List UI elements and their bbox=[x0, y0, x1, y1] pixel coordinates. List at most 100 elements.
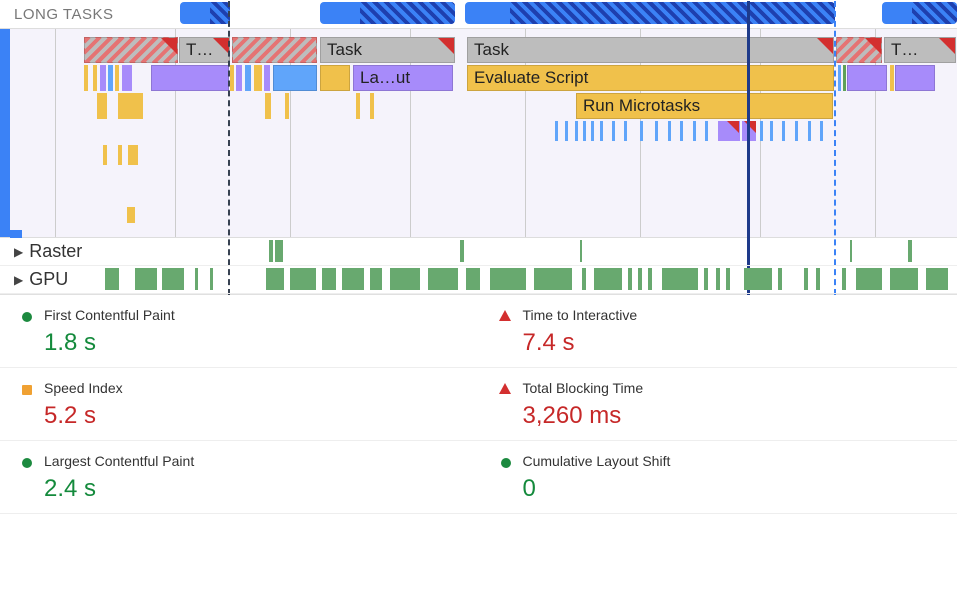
tiny-bar[interactable] bbox=[84, 65, 88, 91]
raster-bar[interactable] bbox=[269, 240, 273, 262]
tiny-bar[interactable] bbox=[890, 65, 894, 91]
long-task-bar[interactable] bbox=[465, 2, 835, 24]
task-hatch-bar[interactable] bbox=[232, 37, 317, 63]
tiny-bar[interactable] bbox=[236, 65, 242, 91]
gpu-bar[interactable] bbox=[704, 268, 708, 290]
task-bar[interactable]: T… bbox=[179, 37, 230, 63]
gpu-bar[interactable] bbox=[816, 268, 820, 290]
tiny-bar[interactable] bbox=[122, 65, 132, 91]
gpu-bar[interactable] bbox=[105, 268, 119, 290]
raster-bar[interactable] bbox=[275, 240, 283, 262]
tiny-bar[interactable] bbox=[118, 93, 143, 119]
raster-bar[interactable] bbox=[580, 240, 582, 262]
tiny-bar[interactable] bbox=[583, 121, 586, 141]
metric-card[interactable]: Cumulative Layout Shift0 bbox=[479, 441, 957, 514]
tiny-bar[interactable] bbox=[705, 121, 708, 141]
gpu-bar[interactable] bbox=[290, 268, 316, 290]
tiny-bar[interactable] bbox=[770, 121, 773, 141]
task-hatch-bar[interactable] bbox=[84, 37, 178, 63]
tiny-bar[interactable] bbox=[555, 121, 558, 141]
raster-bar[interactable] bbox=[908, 240, 912, 262]
tiny-bar[interactable] bbox=[128, 145, 138, 165]
gpu-bar[interactable] bbox=[926, 268, 948, 290]
gpu-bar[interactable] bbox=[856, 268, 882, 290]
gpu-bar[interactable] bbox=[890, 268, 918, 290]
gpu-bar[interactable] bbox=[390, 268, 420, 290]
tiny-bar[interactable] bbox=[668, 121, 671, 141]
tiny-bar[interactable] bbox=[100, 93, 106, 119]
gpu-bar[interactable] bbox=[210, 268, 213, 290]
tiny-bar[interactable] bbox=[245, 65, 251, 91]
gpu-bar[interactable] bbox=[716, 268, 720, 290]
tiny-bar[interactable] bbox=[624, 121, 627, 141]
tiny-bar[interactable] bbox=[838, 65, 841, 91]
gpu-bar[interactable] bbox=[804, 268, 808, 290]
gpu-bar[interactable] bbox=[594, 268, 622, 290]
purple-bar[interactable] bbox=[895, 65, 935, 91]
tiny-bar[interactable] bbox=[843, 65, 846, 91]
tiny-bar[interactable] bbox=[127, 207, 135, 223]
tiny-bar[interactable] bbox=[600, 121, 603, 141]
gpu-bar[interactable] bbox=[135, 268, 157, 290]
tiny-bar[interactable] bbox=[591, 121, 594, 141]
gpu-bar[interactable] bbox=[662, 268, 698, 290]
metric-card[interactable]: First Contentful Paint1.8 s bbox=[0, 295, 479, 368]
tiny-bar[interactable] bbox=[285, 93, 289, 119]
tiny-bar[interactable] bbox=[264, 65, 270, 91]
gpu-bar[interactable] bbox=[466, 268, 480, 290]
gpu-bar[interactable] bbox=[490, 268, 526, 290]
tiny-bar[interactable] bbox=[565, 121, 568, 141]
gpu-thread-row[interactable]: ▶ GPU bbox=[0, 266, 957, 294]
long-task-bar[interactable] bbox=[320, 2, 455, 24]
gpu-bar[interactable] bbox=[162, 268, 184, 290]
tiny-bar[interactable] bbox=[93, 65, 97, 91]
gpu-bar[interactable] bbox=[428, 268, 458, 290]
tiny-bar[interactable] bbox=[693, 121, 696, 141]
tiny-bar[interactable] bbox=[820, 121, 823, 141]
long-task-bar[interactable] bbox=[882, 2, 957, 24]
gpu-bar[interactable] bbox=[778, 268, 782, 290]
gpu-bar[interactable] bbox=[370, 268, 382, 290]
purple-bar[interactable]: La…ut bbox=[353, 65, 453, 91]
tiny-bar[interactable] bbox=[655, 121, 658, 141]
tiny-bar[interactable] bbox=[680, 121, 683, 141]
gpu-bar[interactable] bbox=[342, 268, 364, 290]
task-bar[interactable]: T… bbox=[884, 37, 956, 63]
tiny-bar[interactable] bbox=[782, 121, 785, 141]
gpu-bar[interactable] bbox=[582, 268, 586, 290]
task-bar[interactable]: Task bbox=[467, 37, 834, 63]
tiny-bar[interactable] bbox=[640, 121, 643, 141]
tiny-bar[interactable] bbox=[370, 93, 374, 119]
purple-bar[interactable] bbox=[151, 65, 229, 91]
tiny-bar[interactable] bbox=[265, 93, 271, 119]
metric-card[interactable]: Speed Index5.2 s bbox=[0, 368, 479, 441]
gpu-bar[interactable] bbox=[195, 268, 198, 290]
tiny-bar[interactable] bbox=[230, 65, 234, 91]
metric-card[interactable]: Time to Interactive7.4 s bbox=[479, 295, 957, 368]
gpu-bar[interactable] bbox=[628, 268, 632, 290]
flame-chart[interactable]: T…TaskTaskT… La…utEvaluate Script Run Mi… bbox=[0, 28, 957, 238]
tiny-bar[interactable] bbox=[808, 121, 811, 141]
tiny-bar[interactable] bbox=[795, 121, 798, 141]
tiny-bar[interactable] bbox=[575, 121, 578, 141]
tiny-bar[interactable] bbox=[612, 121, 615, 141]
yellow-bar[interactable]: Run Microtasks bbox=[576, 93, 833, 119]
metric-card[interactable]: Total Blocking Time3,260 ms bbox=[479, 368, 957, 441]
tiny-bar[interactable] bbox=[254, 65, 262, 91]
raster-bar[interactable] bbox=[850, 240, 852, 262]
raster-thread-row[interactable]: ▶ Raster bbox=[0, 238, 957, 266]
tiny-bar[interactable] bbox=[100, 65, 106, 91]
raster-bar[interactable] bbox=[460, 240, 464, 262]
yellow-bar[interactable]: Evaluate Script bbox=[467, 65, 834, 91]
tiny-bar[interactable] bbox=[108, 65, 113, 91]
gpu-bar[interactable] bbox=[266, 268, 284, 290]
gpu-bar[interactable] bbox=[744, 268, 772, 290]
gpu-bar[interactable] bbox=[648, 268, 652, 290]
yellow-bar[interactable] bbox=[320, 65, 350, 91]
tiny-bar[interactable] bbox=[356, 93, 360, 119]
tiny-bar[interactable] bbox=[103, 145, 107, 165]
gpu-bar[interactable] bbox=[726, 268, 730, 290]
long-task-bar[interactable] bbox=[180, 2, 230, 24]
gpu-bar[interactable] bbox=[322, 268, 336, 290]
tiny-bar[interactable] bbox=[115, 65, 119, 91]
